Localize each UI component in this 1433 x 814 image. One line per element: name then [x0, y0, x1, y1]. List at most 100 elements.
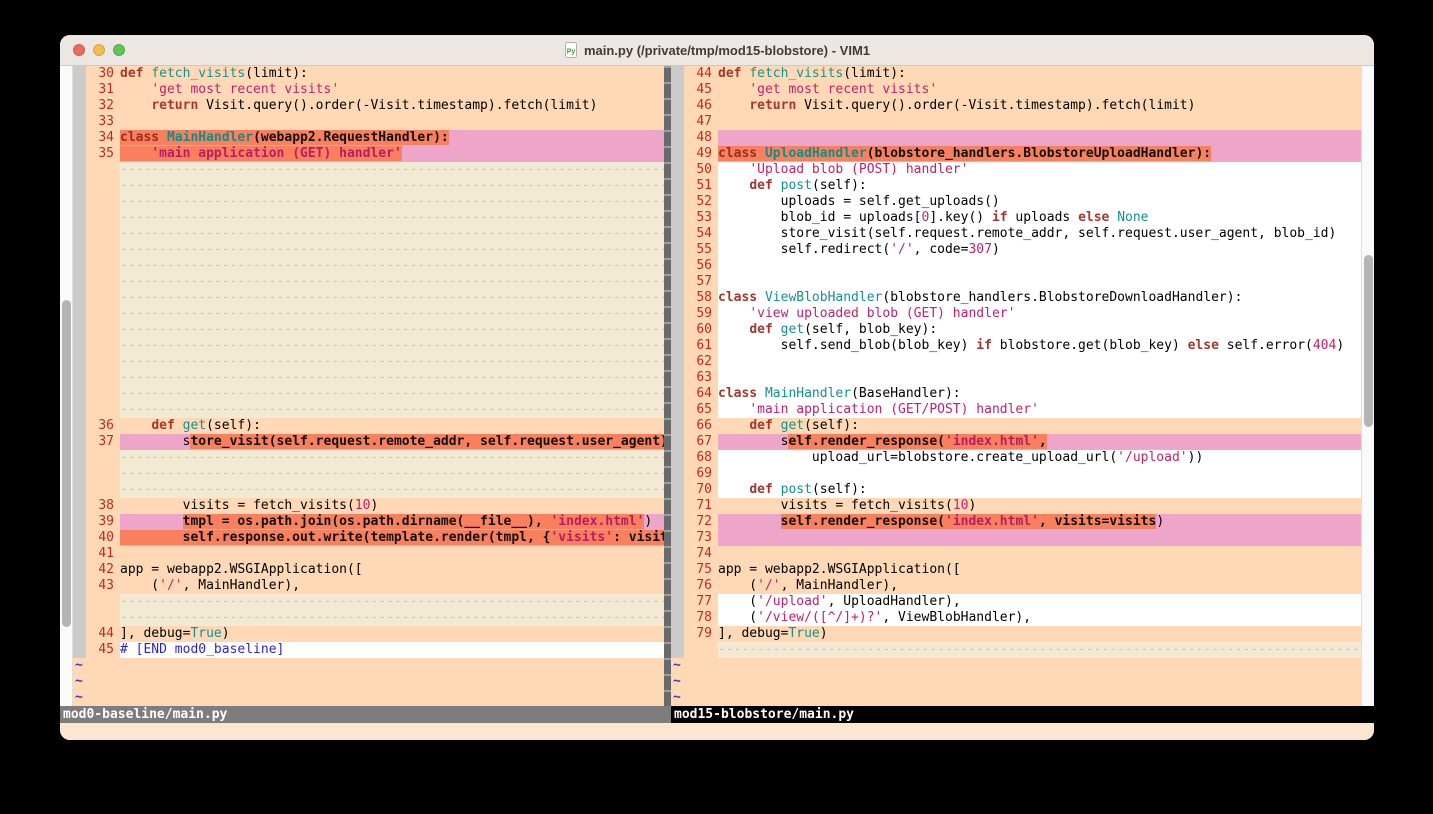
code-text: 'main application (GET/POST) handler' [718, 402, 1361, 418]
fold-column-cell [671, 130, 684, 146]
code-line[interactable]: 45# [END mod0_baseline] [73, 642, 664, 658]
code-line[interactable]: 75app = webapp2.WSGIApplication([ [671, 562, 1361, 578]
code-line[interactable]: 68 upload_url=blobstore.create_upload_ur… [671, 450, 1361, 466]
code-line[interactable]: 73 [671, 530, 1361, 546]
code-line[interactable]: 45 'get most recent visits' [671, 82, 1361, 98]
right-scrollbar-thumb[interactable] [1364, 255, 1373, 427]
line-number: 49 [684, 146, 718, 162]
code-line[interactable]: 30def fetch_visits(limit): [73, 66, 664, 82]
close-button[interactable] [73, 44, 85, 56]
code-line[interactable]: 43 ('/', MainHandler), [73, 578, 664, 594]
code-line[interactable]: 69 [671, 466, 1361, 482]
code-line[interactable]: 32 return Visit.query().order(-Visit.tim… [73, 98, 664, 114]
code-text: app = webapp2.WSGIApplication([ [120, 562, 664, 578]
fold-column-cell [671, 418, 684, 434]
code-line[interactable]: 56 [671, 258, 1361, 274]
code-line[interactable]: 60 def get(self, blob_key): [671, 322, 1361, 338]
fold-column-cell [671, 610, 684, 626]
left-pane-buffer[interactable]: 30def fetch_visits(limit):31 'get most r… [73, 66, 664, 706]
fold-column-cell [73, 418, 86, 434]
fold-column-cell [73, 434, 86, 450]
code-line[interactable]: 38 visits = fetch_visits(10) [73, 498, 664, 514]
code-text [718, 258, 1361, 274]
code-line[interactable]: 51 def post(self): [671, 178, 1361, 194]
code-text [718, 114, 1361, 130]
fold-column-cell [73, 146, 86, 162]
zoom-button[interactable] [113, 44, 125, 56]
code-line[interactable]: 77 ('/upload', UploadHandler), [671, 594, 1361, 610]
code-text: def fetch_visits(limit): [120, 66, 664, 82]
code-line[interactable]: 58class ViewBlobHandler(blobstore_handle… [671, 290, 1361, 306]
code-line[interactable]: 55 self.redirect('/', code=307) [671, 242, 1361, 258]
code-line[interactable]: 53 blob_id = uploads[0].key() if uploads… [671, 210, 1361, 226]
line-number: 45 [86, 642, 120, 658]
code-line[interactable]: 79], debug=True) [671, 626, 1361, 642]
fold-column-cell [73, 210, 86, 226]
code-line[interactable]: 35 'main application (GET) handler' [73, 146, 664, 162]
code-line[interactable]: 44], debug=True) [73, 626, 664, 642]
fold-column-cell [671, 210, 684, 226]
code-line[interactable]: 48 [671, 130, 1361, 146]
code-line[interactable]: 44def fetch_visits(limit): [671, 66, 1361, 82]
code-text [718, 370, 1361, 386]
code-line[interactable]: 61 self.send_blob(blob_key) if blobstore… [671, 338, 1361, 354]
title-bar[interactable]: Py main.py (/private/tmp/mod15-blobstore… [60, 35, 1374, 66]
code-text: tmpl = os.path.join(os.path.dirname(__fi… [120, 514, 664, 530]
code-line[interactable]: 34class MainHandler(webapp2.RequestHandl… [73, 130, 664, 146]
code-line[interactable]: 63 [671, 370, 1361, 386]
code-line[interactable]: 66 def get(self): [671, 418, 1361, 434]
tilde-line: ~ [73, 690, 664, 706]
line-number: 34 [86, 130, 120, 146]
code-line[interactable]: 49class UploadHandler(blobstore_handlers… [671, 146, 1361, 162]
code-line[interactable]: 36 def get(self): [73, 418, 664, 434]
code-line[interactable]: 40 self.response.out.write(template.rend… [73, 530, 664, 546]
code-line[interactable]: 37 store_visit(self.request.remote_addr,… [73, 434, 664, 450]
line-number: 57 [684, 274, 718, 290]
vertical-splitter[interactable] [664, 66, 671, 706]
fold-column-cell [73, 546, 86, 562]
code-line[interactable]: 70 def post(self): [671, 482, 1361, 498]
line-number: 76 [684, 578, 718, 594]
code-line[interactable]: 39 tmpl = os.path.join(os.path.dirname(_… [73, 514, 664, 530]
line-number [684, 642, 718, 658]
code-line[interactable]: 64class MainHandler(BaseHandler): [671, 386, 1361, 402]
code-line[interactable]: 62 [671, 354, 1361, 370]
code-line[interactable]: 42app = webapp2.WSGIApplication([ [73, 562, 664, 578]
code-line[interactable]: 31 'get most recent visits' [73, 82, 664, 98]
command-line[interactable] [60, 723, 1374, 740]
code-line[interactable]: 71 visits = fetch_visits(10) [671, 498, 1361, 514]
code-line[interactable]: 76 ('/', MainHandler), [671, 578, 1361, 594]
code-line[interactable]: 46 return Visit.query().order(-Visit.tim… [671, 98, 1361, 114]
line-number: 54 [684, 226, 718, 242]
right-pane-buffer[interactable]: 44def fetch_visits(limit):45 'get most r… [671, 66, 1361, 706]
left-scrollbar[interactable] [60, 66, 73, 706]
fold-column-cell [73, 306, 86, 322]
code-line[interactable]: 74 [671, 546, 1361, 562]
fold-column-cell [671, 322, 684, 338]
fold-column-cell [671, 482, 684, 498]
code-line[interactable]: 50 'Upload blob (POST) handler' [671, 162, 1361, 178]
code-line[interactable]: 59 'view uploaded blob (GET) handler' [671, 306, 1361, 322]
fold-column-cell [671, 514, 684, 530]
code-line[interactable]: 33 [73, 114, 664, 130]
right-scrollbar[interactable] [1361, 66, 1374, 706]
fold-column-cell [73, 562, 86, 578]
left-scrollbar-thumb[interactable] [62, 300, 71, 627]
code-line[interactable]: 78 ('/view/([^/]+)?', ViewBlobHandler), [671, 610, 1361, 626]
code-line[interactable]: 57 [671, 274, 1361, 290]
code-line[interactable]: 72 self.render_response('index.html', vi… [671, 514, 1361, 530]
line-number [86, 242, 120, 258]
code-text: def get(self, blob_key): [718, 322, 1361, 338]
code-line[interactable]: 54 store_visit(self.request.remote_addr,… [671, 226, 1361, 242]
code-line[interactable]: 41 [73, 546, 664, 562]
code-line[interactable]: 67 self.render_response('index.html', [671, 434, 1361, 450]
fold-column-cell [671, 530, 684, 546]
code-text [718, 130, 1361, 146]
line-number [86, 322, 120, 338]
code-text: store_visit(self.request.remote_addr, se… [120, 434, 664, 450]
code-line[interactable]: 65 'main application (GET/POST) handler' [671, 402, 1361, 418]
code-line[interactable]: 47 [671, 114, 1361, 130]
code-text: 'Upload blob (POST) handler' [718, 162, 1361, 178]
minimize-button[interactable] [93, 44, 105, 56]
code-line[interactable]: 52 uploads = self.get_uploads() [671, 194, 1361, 210]
